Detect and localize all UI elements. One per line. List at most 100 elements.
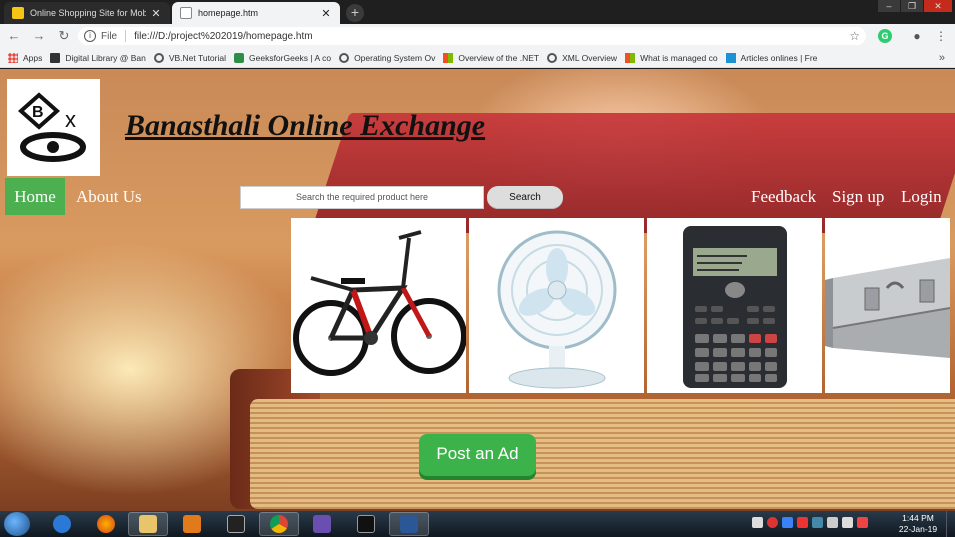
firefox-icon[interactable] [86,512,126,536]
close-tab-icon[interactable]: ✕ [320,7,332,20]
site-title: Banasthali Online Exchange [125,109,486,142]
gear-icon [339,52,350,63]
bookmark-geeksforgeeks[interactable]: GeeksforGeeks | A co [234,52,332,63]
info-icon[interactable]: i [84,30,96,42]
ms-icon [625,52,636,63]
back-arrow-icon[interactable]: ← [3,26,25,46]
tab-online-shopping[interactable]: Online Shopping Site for Mobiles ✕ [4,2,170,24]
gear-icon [547,52,558,63]
new-tab-button[interactable]: + [346,4,364,22]
media-player-icon[interactable] [172,512,212,536]
site-logo[interactable]: B x [7,79,100,176]
nav-about-us[interactable]: About Us [76,178,142,215]
file-explorer-icon[interactable] [128,512,168,536]
menu-kebab-icon[interactable]: ⋮ [932,27,950,45]
tab-homepage[interactable]: homepage.htm ✕ [172,2,340,24]
bookmark-label: GeeksforGeeks | A co [249,52,332,63]
metal-trunk-image [825,258,950,358]
product-bicycle[interactable] [291,218,466,393]
search-button[interactable]: Search [487,186,563,209]
tray-app-icon[interactable] [797,517,808,528]
show-desktop-button[interactable] [946,511,955,537]
bookmark-star-icon[interactable]: ☆ [849,29,860,43]
bookmark-xml[interactable]: XML Overview [547,52,618,63]
command-prompt-icon[interactable] [346,512,386,536]
address-scheme: File [101,30,118,42]
page-favicon-icon [180,7,192,19]
account-icon[interactable]: ● [908,27,926,45]
bookmark-label: Overview of the .NET [458,52,540,63]
close-tab-icon[interactable]: ✕ [150,7,162,20]
svg-text:x: x [65,107,76,132]
articles-icon [725,52,736,63]
search-input[interactable]: Search the required product here [240,186,484,209]
apps-grid-icon [8,52,18,63]
bookmark-d-icon [50,52,61,63]
internet-explorer-icon[interactable] [42,512,82,536]
tray-app-icon[interactable] [827,517,838,528]
product-calculator[interactable] [647,218,822,393]
bookmark-os[interactable]: Operating System Ov [339,52,436,63]
site-favicon-icon [12,7,24,19]
media-app-icon[interactable] [216,512,256,536]
table-fan-image [497,230,617,389]
window-close-icon[interactable]: ✕ [924,0,952,12]
address-separator [125,30,127,42]
bluetooth-icon[interactable] [782,517,793,528]
tab-title: Online Shopping Site for Mobiles [30,8,146,18]
reload-icon[interactable]: ↻ [53,26,75,46]
ms-icon [443,52,454,63]
antivirus-icon[interactable] [767,517,778,528]
bicycle-image [293,230,466,376]
forward-arrow-icon[interactable]: → [28,26,50,46]
tab-title: homepage.htm [198,8,259,18]
svg-text:B: B [32,104,44,121]
visual-studio-icon[interactable] [302,512,342,536]
bookmark-label: Digital Library @ Ban [65,52,146,63]
chrome-icon[interactable] [259,512,299,536]
word-icon[interactable] [389,512,429,536]
clock-date: 22-Jan-19 [898,524,938,534]
browser-toolbar: ← → ↻ i File file:///D:/project%202019/h… [0,24,955,48]
bookmark-articles[interactable]: Articles onlines | Fre [725,52,817,63]
grammarly-extension-icon[interactable]: G [878,29,892,43]
bookmark-apps[interactable]: Apps [8,52,43,63]
bookmark-label: XML Overview [562,52,618,63]
nav-sign-up[interactable]: Sign up [832,178,884,215]
gfg-icon [234,52,244,63]
bookmarks-overflow-icon[interactable]: » [939,52,945,64]
windows-taskbar: 1:44 PM 22-Jan-19 [0,511,955,537]
bookmark-label: What is managed co [640,52,718,63]
tray-app-icon[interactable] [842,517,853,528]
start-button-icon[interactable] [4,512,30,536]
nav-feedback[interactable]: Feedback [751,178,816,215]
clock-time: 1:44 PM [902,513,934,523]
browser-tab-strip: Online Shopping Site for Mobiles ✕ homep… [0,0,955,24]
system-clock[interactable]: 1:44 PM 22-Jan-19 [893,513,943,535]
bookmark-vbnet[interactable]: VB.Net Tutorial [153,52,226,63]
bookmark-dotnet[interactable]: Overview of the .NET [443,52,540,63]
gear-icon [153,52,164,63]
bookmarks-bar: Apps Digital Library @ Ban VB.Net Tutori… [0,48,955,68]
bookmark-label: VB.Net Tutorial [168,52,226,63]
post-ad-button[interactable]: Post an Ad [419,434,536,476]
bookmark-label: Operating System Ov [354,52,436,63]
network-icon[interactable] [812,517,823,528]
volume-icon[interactable] [752,517,763,528]
bookmark-managed-code[interactable]: What is managed co [625,52,718,63]
nav-login[interactable]: Login [901,178,942,215]
scientific-calculator-image [683,226,787,388]
system-tray [752,517,868,528]
address-url[interactable]: file:///D:/project%202019/homepage.htm [134,31,312,42]
restore-icon[interactable]: ❐ [901,0,923,12]
bookmark-digital-library[interactable]: Digital Library @ Ban [50,52,146,63]
minimize-icon[interactable]: – [878,0,900,12]
product-table-fan[interactable] [469,218,644,393]
nav-home[interactable]: Home [5,178,65,215]
product-metal-trunk[interactable] [825,218,950,393]
web-page: B x Banasthali Online Exchange Home Abou… [0,69,955,511]
bookmark-label: Apps [23,52,43,63]
tray-app-icon[interactable] [857,517,868,528]
address-bar[interactable]: i File file:///D:/project%202019/homepag… [78,27,866,45]
background-book-pages [250,399,955,509]
